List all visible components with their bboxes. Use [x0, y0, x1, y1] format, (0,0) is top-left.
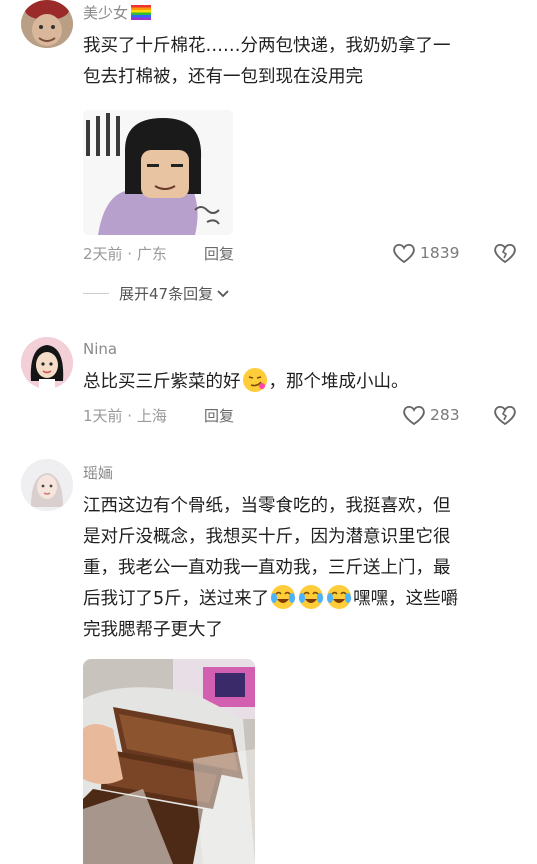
- smirk-emoji-icon: [242, 367, 268, 393]
- comment-line: 江西这边有个骨纸，当零食吃的，我挺喜欢，但: [83, 496, 451, 516]
- username[interactable]: Nina: [83, 340, 117, 358]
- broken-heart-icon: [493, 404, 517, 426]
- expand-replies[interactable]: 展开47条回复: [83, 283, 229, 304]
- broken-heart-icon: [493, 242, 517, 264]
- comment-text: 我买了十斤棉花……分两包快递，我奶奶拿了一 包去打棉被，还有一包到现在没用完: [83, 31, 523, 93]
- comment-line: 重，我老公一直劝我一直劝我，三斤送上门，最: [83, 558, 451, 578]
- crying-laughing-emoji-icon: [270, 584, 296, 610]
- comment-text: 总比买三斤紫菜的好 ，那个堆成小山。: [83, 367, 409, 398]
- crying-laughing-emoji-icon: [298, 584, 324, 610]
- comment-line: 后我订了5斤，送过来了 嘿嘿，这些嚼: [83, 584, 528, 615]
- comment-text: 江西这边有个骨纸，当零食吃的，我挺喜欢，但 是对斤没概念，我想买十斤，因为潜意识…: [83, 491, 528, 646]
- avatar[interactable]: [21, 0, 73, 48]
- chevron-down-icon: [217, 289, 229, 299]
- meme-sticker-image[interactable]: [83, 110, 233, 235]
- comment-text-part: ，那个堆成小山。: [268, 372, 409, 392]
- comment-line: 我买了十斤棉花……分两包快递，我奶奶拿了一: [83, 36, 451, 56]
- comment-text-part: 后我订了5斤，送过来了: [83, 589, 270, 609]
- comment-line: 包去打棉被，还有一包到现在没用完: [83, 67, 363, 87]
- rainbow-flag-icon: [131, 4, 152, 20]
- timestamp-location: 1天前 · 上海: [83, 407, 167, 425]
- dislike-button[interactable]: [493, 242, 517, 264]
- comment-line: 完我腮帮子更大了: [83, 620, 223, 640]
- like-button[interactable]: 283: [402, 404, 460, 426]
- comment-text-part: 嘿嘿，这些嚼: [353, 589, 459, 609]
- like-count: 1839: [420, 244, 460, 262]
- avatar[interactable]: [21, 459, 73, 511]
- like-count: 283: [430, 406, 460, 424]
- username[interactable]: 美少女: [83, 2, 128, 23]
- reply-button[interactable]: 回复: [204, 405, 234, 426]
- username[interactable]: 瑶婳: [83, 462, 113, 483]
- reply-button[interactable]: 回复: [204, 243, 234, 264]
- comment-line: 是对斤没概念，我想买十斤，因为潜意识里它很: [83, 527, 451, 547]
- crying-laughing-emoji-icon: [326, 584, 352, 610]
- avatar[interactable]: [21, 337, 73, 389]
- comment-text-part: 总比买三斤紫菜的好: [83, 372, 241, 392]
- comment-header: 美少女: [83, 0, 152, 24]
- timestamp-location: 2天前 · 广东: [83, 245, 167, 263]
- divider-line: [83, 293, 109, 294]
- dislike-button[interactable]: [493, 404, 517, 426]
- snack-photo-image[interactable]: [83, 659, 255, 864]
- heart-icon: [402, 404, 426, 426]
- expand-replies-label: 展开47条回复: [119, 285, 214, 303]
- like-button[interactable]: 1839: [392, 242, 459, 264]
- heart-icon: [392, 242, 416, 264]
